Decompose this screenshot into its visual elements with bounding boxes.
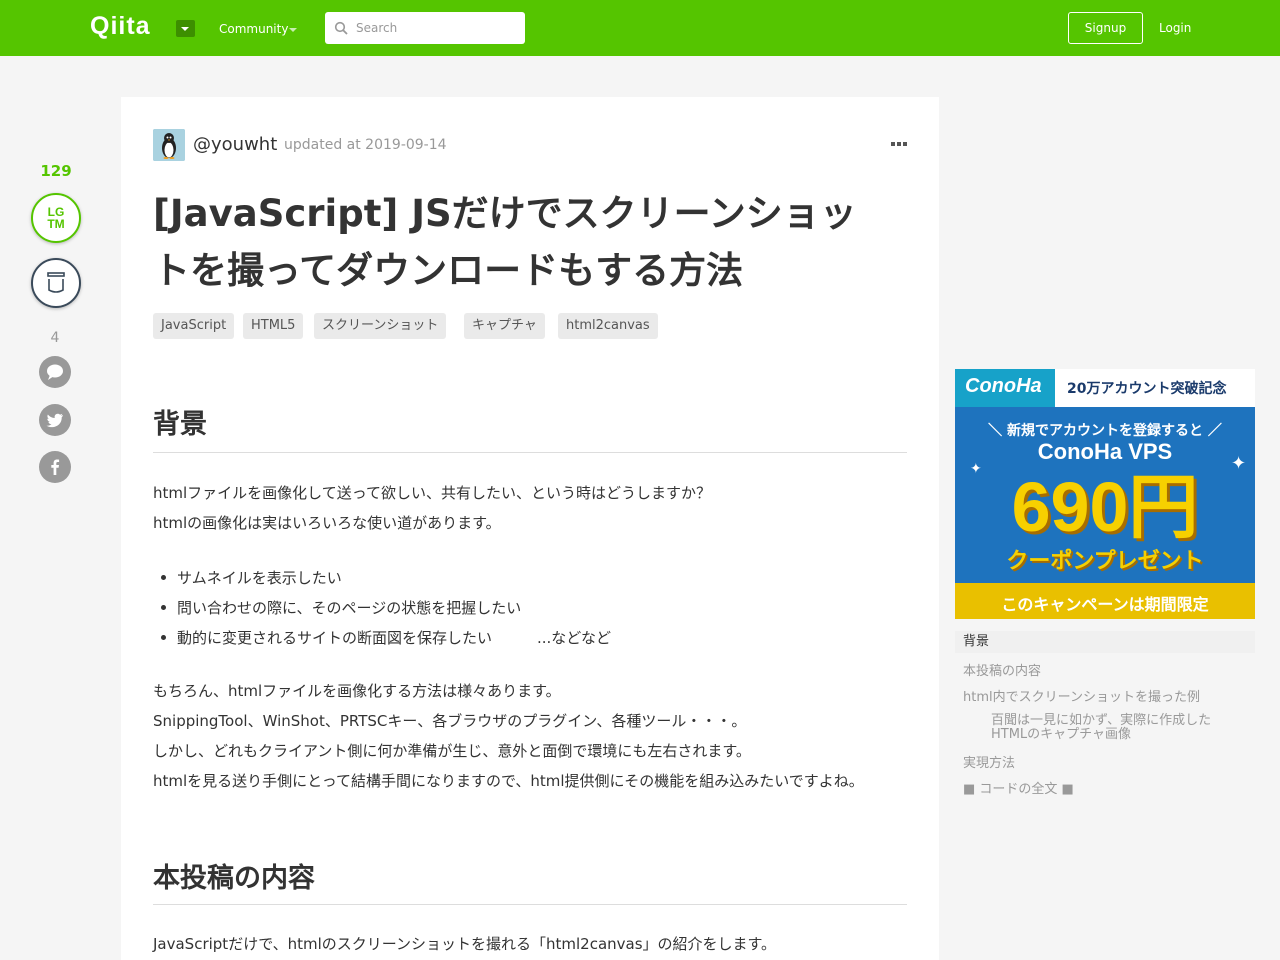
article: @youwht updated at 2019-09-14 [JavaScrip…	[121, 97, 939, 960]
section-heading-content: 本投稿の内容	[153, 859, 907, 905]
login-link[interactable]: Login	[1159, 21, 1191, 35]
lgtm-button[interactable]: LG TM	[31, 193, 81, 243]
paragraph: JavaScriptだけで、htmlのスクリーンショットを撮れる「html2ca…	[153, 935, 777, 953]
lgtm-label-bottom: TM	[47, 217, 65, 231]
tag-html2canvas[interactable]: html2canvas	[558, 313, 658, 339]
paragraph: しかし、どれもクライアント側に何か準備が生じ、意外と面倒で環境にも左右されます。	[153, 742, 751, 760]
stock-icon	[47, 272, 65, 293]
qiita-logo[interactable]: Qiita	[90, 12, 151, 41]
ad-tagline: ＼ 新規でアカウントを登録すると ／	[988, 423, 1222, 439]
paragraph: htmlの画像化は実はいろいろな使い道があります。	[153, 514, 501, 532]
ad-logo-background: ConoHa	[955, 369, 1055, 407]
comment-icon	[47, 364, 63, 380]
logo-dropdown-toggle[interactable]	[176, 20, 195, 37]
paragraph: htmlファイルを画像化して送って欲しい、共有したい、という時はどうしますか？	[153, 484, 711, 502]
facebook-icon	[51, 459, 60, 475]
comment-button[interactable]	[39, 356, 71, 388]
twitter-share-button[interactable]	[39, 404, 71, 436]
toc-item-full-code[interactable]: ■ コードの全文 ■	[955, 778, 1255, 797]
author-username[interactable]: @youwht	[193, 134, 277, 155]
paragraph: SnippingTool、WinShot、PRTSCキー、各ブラウザのプラグイン…	[153, 712, 747, 730]
article-title: [JavaScript] JSだけでスクリーンショッ トを撮ってダウンロードもす…	[153, 185, 913, 299]
toc-item-background[interactable]: 背景	[955, 631, 1255, 653]
article-title-line1: [JavaScript] JSだけでスクリーンショッ	[153, 192, 857, 235]
penguin-avatar-icon	[153, 129, 185, 161]
ad-top-bar: ConoHa 20万アカウント突破記念	[955, 369, 1255, 407]
ad-badge: 20万アカウント突破記念	[1067, 381, 1227, 397]
paragraph: もちろん、htmlファイルを画像化する方法は様々あります。	[153, 682, 561, 700]
toc-subitem[interactable]: 百聞は一見に如かず、実際に作成した HTMLのキャプチャ画像	[991, 714, 1241, 742]
twitter-icon	[46, 413, 63, 428]
toc-item-content[interactable]: 本投稿の内容	[955, 660, 1255, 679]
list-item: 問い合わせの際に、そのページの状態を把握したい	[160, 599, 522, 617]
tag-screenshot[interactable]: スクリーンショット	[314, 313, 447, 339]
community-menu[interactable]: Community	[219, 22, 288, 36]
search-box[interactable]	[325, 12, 525, 44]
article-title-line2: トを撮ってダウンロードもする方法	[153, 249, 744, 292]
paragraph: htmlを見る送り手側にとって結構手間になりますので、html提供側にその機能を…	[153, 772, 864, 790]
comment-count: 4	[50, 330, 60, 346]
chevron-down-icon[interactable]	[289, 28, 297, 32]
ad-price: 690円	[1011, 468, 1199, 546]
search-icon	[334, 21, 348, 35]
toc-item-screenshot-example[interactable]: html内でスクリーンショットを撮った例	[955, 686, 1255, 705]
tag-javascript[interactable]: JavaScript	[153, 313, 235, 339]
author-avatar[interactable]	[153, 129, 185, 161]
ad-logo: ConoHa	[965, 375, 1042, 397]
list-item: サムネイルを表示したい	[161, 569, 342, 587]
more-options-icon[interactable]	[891, 142, 907, 148]
facebook-share-button[interactable]	[39, 451, 71, 483]
ad-footer-text: このキャンペーンは期間限定	[1001, 595, 1209, 614]
ad-footer: このキャンペーンは期間限定	[955, 583, 1255, 619]
section-heading-background: 背景	[153, 405, 907, 453]
stock-button[interactable]	[31, 258, 81, 308]
list-item: 動的に変更されるサイトの断面図を保存したい ...などなど	[160, 629, 612, 647]
ad-product: ConoHa VPS	[1037, 439, 1173, 464]
tag-capture[interactable]: キャプチャ	[464, 313, 545, 339]
updated-date: updated at 2019-09-14	[284, 137, 447, 153]
likes-count: 129	[40, 162, 72, 180]
toc-item-implementation[interactable]: 実現方法	[955, 752, 1255, 771]
search-input[interactable]	[356, 18, 516, 38]
conoha-ad-banner[interactable]: ConoHa 20万アカウント突破記念 ＼ 新規でアカウントを登録すると ／ C…	[955, 369, 1255, 619]
tag-html5[interactable]: HTML5	[243, 313, 304, 339]
signup-button[interactable]: Signup	[1068, 12, 1143, 44]
toc-subitem-line2: HTMLのキャプチャ画像	[991, 727, 1132, 742]
toc-subitem-line1: 百聞は一見に如かず、実際に作成した	[991, 713, 1212, 728]
site-header: Qiita Community Signup Login	[0, 0, 1280, 56]
ad-coupon: クーポンプレゼント	[1006, 549, 1204, 574]
